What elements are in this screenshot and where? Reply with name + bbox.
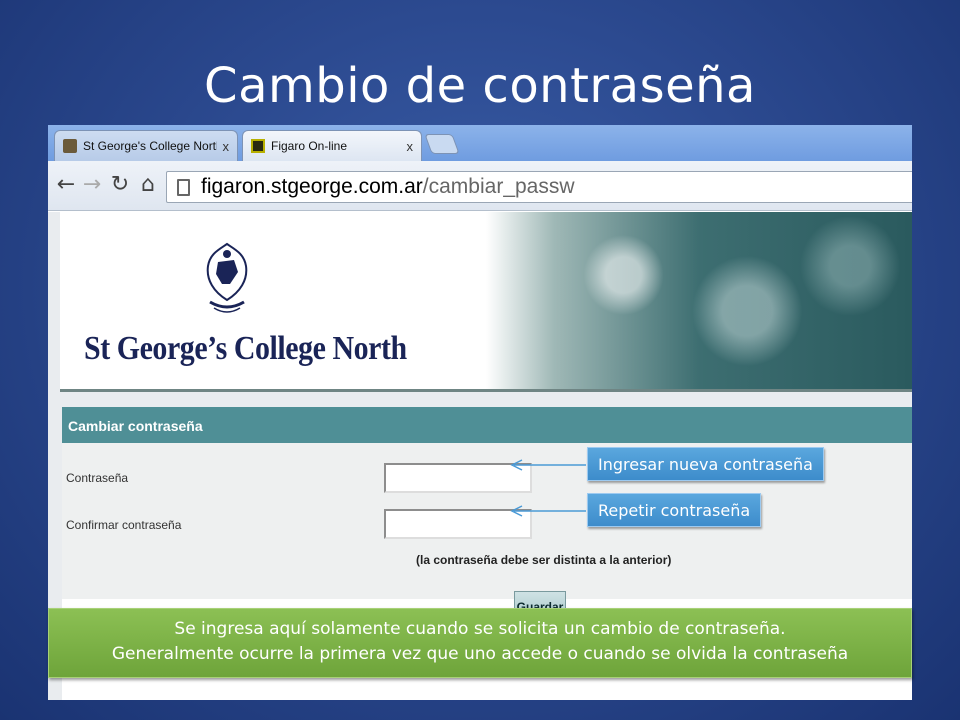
slide-title: Cambio de contraseña bbox=[204, 58, 756, 114]
callout-repeat-password: Repetir contraseña bbox=[587, 493, 762, 527]
confirm-password-label: Confirmar contraseña bbox=[66, 518, 182, 532]
password-field[interactable] bbox=[384, 463, 532, 493]
crest-favicon-icon bbox=[63, 139, 77, 153]
url-path: /cambiar_passw bbox=[422, 175, 575, 198]
confirm-password-field[interactable] bbox=[384, 509, 532, 539]
info-banner: Se ingresa aquí solamente cuando se soli… bbox=[48, 608, 912, 678]
address-bar[interactable]: figaron.stgeorge.com.ar/cambiar_passw bbox=[166, 171, 912, 203]
tab-strip: St George's College North - ( x Figaro O… bbox=[48, 125, 912, 161]
back-icon[interactable]: ← bbox=[54, 173, 78, 197]
banner-line-1: Se ingresa aquí solamente cuando se soli… bbox=[174, 619, 786, 639]
banner-line-2: Generalmente ocurre la primera vez que u… bbox=[111, 644, 849, 664]
figaro-favicon-icon bbox=[251, 139, 265, 153]
new-tab-button[interactable] bbox=[424, 134, 460, 154]
close-icon[interactable]: x bbox=[407, 139, 414, 154]
tab-figaro[interactable]: Figaro On-line x bbox=[242, 130, 422, 161]
page-icon bbox=[177, 179, 190, 196]
form-title: Cambiar contraseña bbox=[62, 407, 912, 443]
school-crest-icon bbox=[206, 242, 248, 313]
tab-st-george[interactable]: St George's College North - ( x bbox=[54, 130, 238, 161]
browser-toolbar: ← → ↻ ⌂ figaron.stgeorge.com.ar/cambiar_… bbox=[48, 161, 912, 211]
site-header: St George’s College North bbox=[60, 212, 912, 392]
dragon-artwork bbox=[500, 212, 912, 392]
close-icon[interactable]: x bbox=[223, 139, 230, 154]
forward-icon[interactable]: → bbox=[80, 173, 104, 197]
reload-icon[interactable]: ↻ bbox=[108, 173, 132, 197]
url-host: figaron.stgeorge.com.ar bbox=[201, 175, 423, 198]
home-icon[interactable]: ⌂ bbox=[136, 173, 160, 197]
password-label: Contraseña bbox=[66, 471, 129, 485]
password-hint: (la contraseña debe ser distinta a la an… bbox=[416, 553, 672, 567]
tab-label: St George's College North - ( bbox=[83, 139, 217, 153]
school-name: St George’s College North bbox=[84, 330, 407, 367]
tab-label: Figaro On-line bbox=[271, 139, 348, 153]
callout-new-password: Ingresar nueva contraseña bbox=[587, 447, 824, 481]
